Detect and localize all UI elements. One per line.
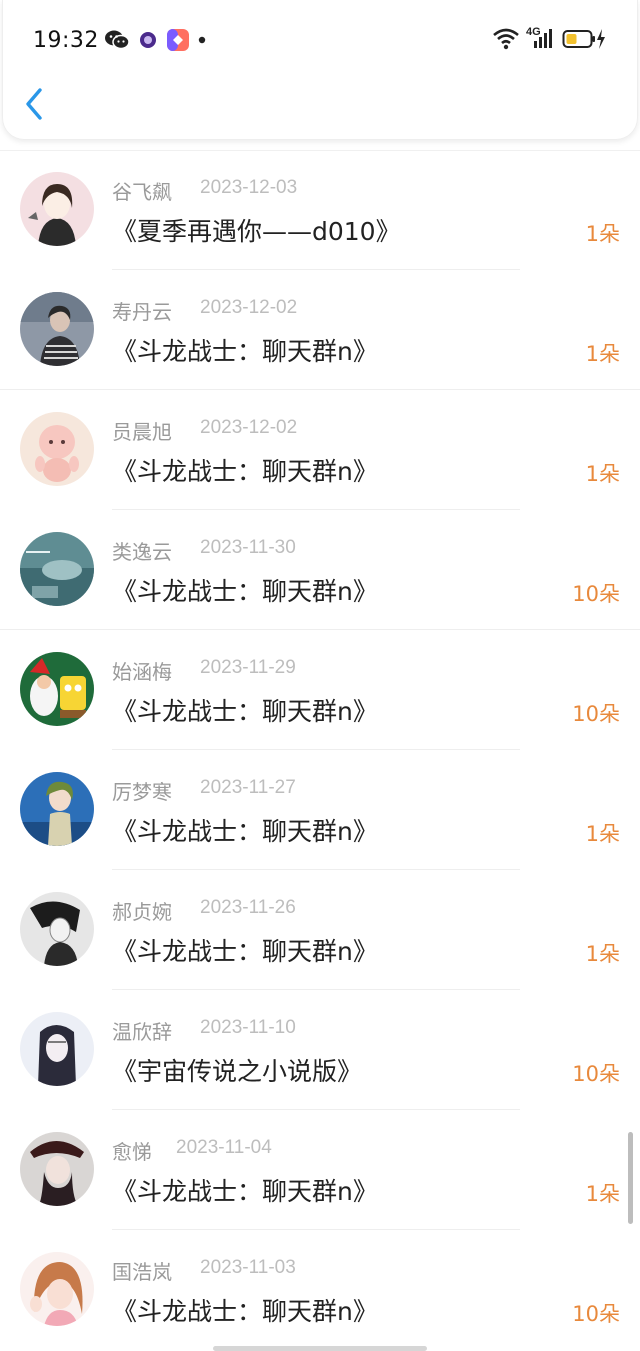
book-title: 《斗龙战士：聊天群n》 (112, 1177, 378, 1206)
header-card (2, 0, 638, 140)
avatar (20, 412, 94, 486)
gift-date: 2023-11-30 (200, 537, 296, 558)
sender-name: 员晨旭 (112, 420, 172, 444)
book-title: 《宇宙传说之小说版》 (112, 1057, 363, 1086)
sender-name: 温欣辞 (112, 1020, 172, 1044)
sender-name: 谷飞飙 (112, 180, 172, 204)
list-item[interactable]: 温欣辞 2023-11-10 《宇宙传说之小说版》 10朵 (0, 990, 640, 1110)
back-button[interactable] (18, 82, 54, 126)
list-item[interactable]: 厉梦寒 2023-11-27 《斗龙战士：聊天群n》 1朵 (0, 750, 640, 870)
avatar (20, 772, 94, 846)
book-title: 《斗龙战士：聊天群n》 (112, 457, 378, 486)
gift-date: 2023-11-10 (200, 1017, 296, 1038)
list-item[interactable]: 愈悌 2023-11-04 《斗龙战士：聊天群n》 1朵 (0, 1110, 640, 1230)
book-title: 《斗龙战士：聊天群n》 (112, 577, 378, 606)
gift-date: 2023-11-26 (200, 897, 296, 918)
sender-name: 始涵梅 (112, 660, 172, 684)
flower-count: 10朵 (572, 582, 620, 606)
gift-date: 2023-11-29 (200, 657, 296, 678)
avatar (20, 1132, 94, 1206)
sender-name: 寿丹云 (112, 300, 172, 324)
avatar (20, 1012, 94, 1086)
avatar (20, 1252, 94, 1326)
sender-name: 国浩岚 (112, 1260, 172, 1284)
flower-count: 1朵 (585, 462, 620, 486)
flower-count: 10朵 (572, 1302, 620, 1326)
list-item[interactable]: 郝贞婉 2023-11-26 《斗龙战士：聊天群n》 1朵 (0, 870, 640, 990)
book-title: 《斗龙战士：聊天群n》 (112, 817, 378, 846)
list-item[interactable]: 国浩岚 2023-11-03 《斗龙战士：聊天群n》 10朵 (0, 1230, 640, 1350)
book-title: 《斗龙战士：聊天群n》 (112, 697, 378, 726)
flower-count: 1朵 (585, 942, 620, 966)
list-item[interactable]: 始涵梅 2023-11-29 《斗龙战士：聊天群n》 10朵 (0, 630, 640, 750)
sender-name: 郝贞婉 (112, 900, 172, 924)
gift-date: 2023-12-02 (200, 297, 298, 318)
flower-count: 10朵 (572, 1062, 620, 1086)
gift-date: 2023-12-03 (200, 177, 298, 198)
home-indicator[interactable] (213, 1346, 427, 1351)
flower-count: 1朵 (585, 1182, 620, 1206)
chevron-left-icon (26, 88, 42, 120)
avatar (20, 292, 94, 366)
avatar (20, 652, 94, 726)
gift-date: 2023-11-04 (176, 1137, 272, 1158)
gift-date: 2023-11-03 (200, 1257, 296, 1278)
gift-date: 2023-12-02 (200, 417, 298, 438)
book-title: 《斗龙战士：聊天群n》 (112, 337, 378, 366)
gift-date: 2023-11-27 (200, 777, 296, 798)
sender-name: 愈悌 (112, 1140, 152, 1164)
list-item[interactable]: 类逸云 2023-11-30 《斗龙战士：聊天群n》 10朵 (0, 510, 640, 630)
flower-count: 1朵 (585, 342, 620, 366)
flower-count: 1朵 (585, 222, 620, 246)
sender-name: 厉梦寒 (112, 780, 172, 804)
book-title: 《斗龙战士：聊天群n》 (112, 937, 378, 966)
avatar (20, 172, 94, 246)
list-item[interactable]: 员晨旭 2023-12-02 《斗龙战士：聊天群n》 1朵 (0, 390, 640, 510)
flower-count: 1朵 (585, 822, 620, 846)
flower-count: 10朵 (572, 702, 620, 726)
list-item[interactable]: 寿丹云 2023-12-02 《斗龙战士：聊天群n》 1朵 (0, 270, 640, 390)
avatar (20, 892, 94, 966)
avatar (20, 532, 94, 606)
book-title: 《夏季再遇你——d010》 (112, 217, 401, 246)
list-item[interactable]: 谷飞飙 2023-12-03 《夏季再遇你——d010》 1朵 (0, 150, 640, 270)
scrollbar[interactable] (628, 1132, 633, 1224)
book-title: 《斗龙战士：聊天群n》 (112, 1297, 378, 1326)
sender-name: 类逸云 (112, 540, 172, 564)
